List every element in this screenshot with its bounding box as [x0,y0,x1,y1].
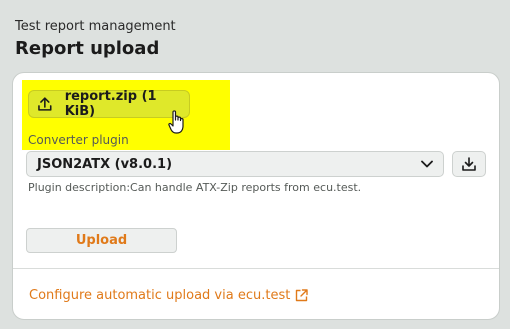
hand-cursor-icon [168,110,184,134]
report-upload-page: Test report management Report upload rep… [0,0,510,329]
page-title: Report upload [15,38,160,59]
converter-plugin-label: Converter plugin [28,133,129,147]
section-label: Test report management [15,19,176,34]
configure-upload-link[interactable]: Configure automatic upload via ecu.test [29,288,309,303]
download-plugin-button[interactable] [452,151,486,177]
converter-plugin-select[interactable]: JSON2ATX (v8.0.1) [26,151,444,177]
upload-icon [38,97,52,111]
configure-upload-link-label: Configure automatic upload via ecu.test [29,288,291,303]
upload-button[interactable]: Upload [26,228,177,253]
chevron-down-icon [421,160,433,168]
divider [13,268,499,269]
converter-plugin-value: JSON2ATX (v8.0.1) [37,156,173,172]
file-select-button[interactable]: report.zip (1 KiB) [28,89,190,119]
download-icon [462,157,476,171]
plugin-description: Plugin description:Can handle ATX-Zip re… [28,181,362,194]
external-link-icon [296,289,309,302]
